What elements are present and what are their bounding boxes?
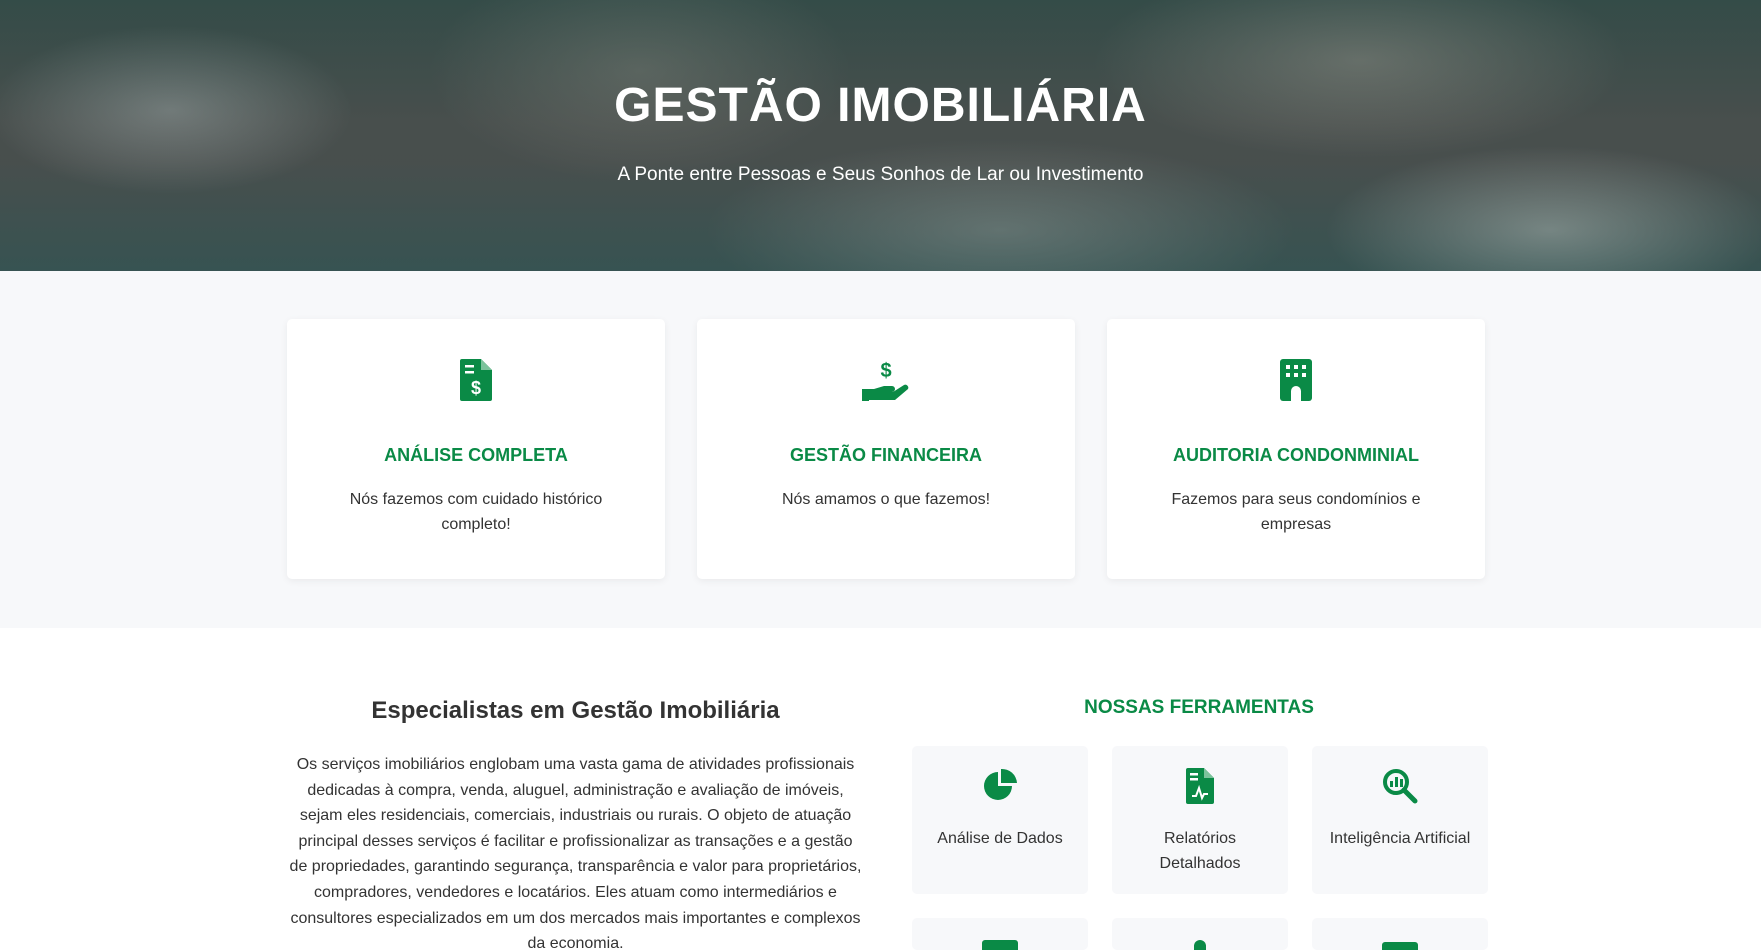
tool-label: Relatórios Detalhados: [1159, 830, 1241, 872]
tool-icon: [1194, 940, 1206, 950]
feature-description: Nós fazemos com cuidado histórico comple…: [349, 491, 603, 533]
feature-card-auditoria: AUDITORIA CONDONMINIAL Fazemos para seus…: [1107, 319, 1485, 579]
tool-card-analise-dados[interactable]: Análise de Dados: [912, 746, 1088, 894]
feature-title: AUDITORIA CONDONMINIAL: [1173, 445, 1419, 465]
feature-title: GESTÃO FINANCEIRA: [789, 445, 982, 465]
hero-subtitle: A Ponte entre Pessoas e Seus Sonhos de L…: [617, 164, 1144, 185]
tools-title: NOSSAS FERRAMENTAS: [1084, 697, 1314, 718]
building-icon: [1107, 359, 1485, 405]
tool-card-inteligencia[interactable]: Inteligência Artificial: [1312, 746, 1488, 894]
tool-icon: [1382, 942, 1418, 950]
tool-card-relatorios[interactable]: Relatórios Detalhados: [1112, 746, 1288, 894]
invoice-dollar-icon: $: [287, 359, 665, 405]
magnifier-chart-icon: [1312, 768, 1488, 804]
feature-card-analise: $ ANÁLISE COMPLETA Nós fazemos com cuida…: [287, 319, 665, 579]
feature-description: Nós amamos o que fazemos!: [781, 491, 991, 508]
feature-description: Fazemos para seus condomínios e empresas: [1171, 491, 1421, 533]
features-section: $ ANÁLISE COMPLETA Nós fazemos com cuida…: [0, 271, 1761, 628]
tool-icon: [982, 940, 1018, 950]
svg-text:$: $: [471, 378, 481, 398]
feature-card-gestao: $ GESTÃO FINANCEIRA Nós amamos o que faz…: [697, 319, 1075, 579]
hero-banner: GESTÃO IMOBILIÁRIA A Ponte entre Pessoas…: [0, 0, 1761, 271]
svg-text:$: $: [880, 360, 891, 382]
about-text: Os serviços imobiliários englobam uma va…: [289, 756, 862, 950]
tool-label: Inteligência Artificial: [1329, 830, 1471, 847]
tool-card-partial[interactable]: [912, 918, 1088, 950]
pie-chart-icon: [912, 768, 1088, 804]
tool-card-partial[interactable]: [1312, 918, 1488, 950]
file-chart-icon: [1112, 768, 1288, 804]
tool-label: Análise de Dados: [937, 830, 1063, 847]
hero-title: GESTÃO IMOBILIÁRIA: [614, 79, 1147, 132]
hand-holding-dollar-icon: $: [697, 359, 1075, 405]
feature-title: ANÁLISE COMPLETA: [384, 445, 568, 465]
about-title: Especialistas em Gestão Imobiliária: [371, 697, 780, 724]
tool-card-partial[interactable]: [1112, 918, 1288, 950]
